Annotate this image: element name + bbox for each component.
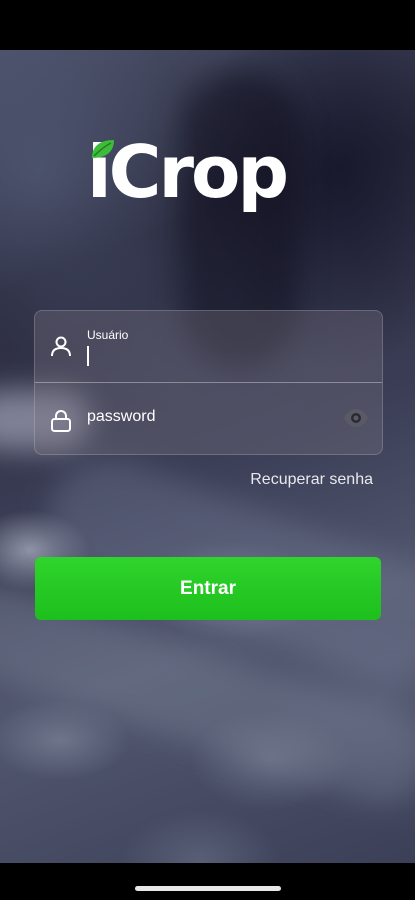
username-label: Usuário	[87, 328, 129, 342]
recover-password-link[interactable]: Recuperar senha	[250, 471, 373, 489]
bottom-bar	[0, 863, 415, 900]
login-button[interactable]: Entrar	[35, 557, 381, 620]
app-logo: iCrop	[87, 132, 327, 212]
logo-text: iCrop	[87, 130, 289, 214]
home-indicator[interactable]	[135, 886, 281, 891]
user-icon	[51, 336, 71, 357]
login-screen: iCrop Usuário Recuperar senha Entrar	[0, 50, 415, 863]
username-input[interactable]	[85, 344, 339, 370]
leaf-icon	[92, 140, 114, 158]
username-field[interactable]: Usuário	[35, 311, 382, 382]
text-caret	[87, 346, 89, 366]
lock-icon	[51, 409, 71, 432]
password-input[interactable]	[85, 405, 339, 429]
login-form: Usuário	[34, 310, 383, 455]
password-field[interactable]	[35, 383, 382, 454]
status-bar	[0, 0, 415, 50]
eye-icon[interactable]	[343, 407, 369, 429]
